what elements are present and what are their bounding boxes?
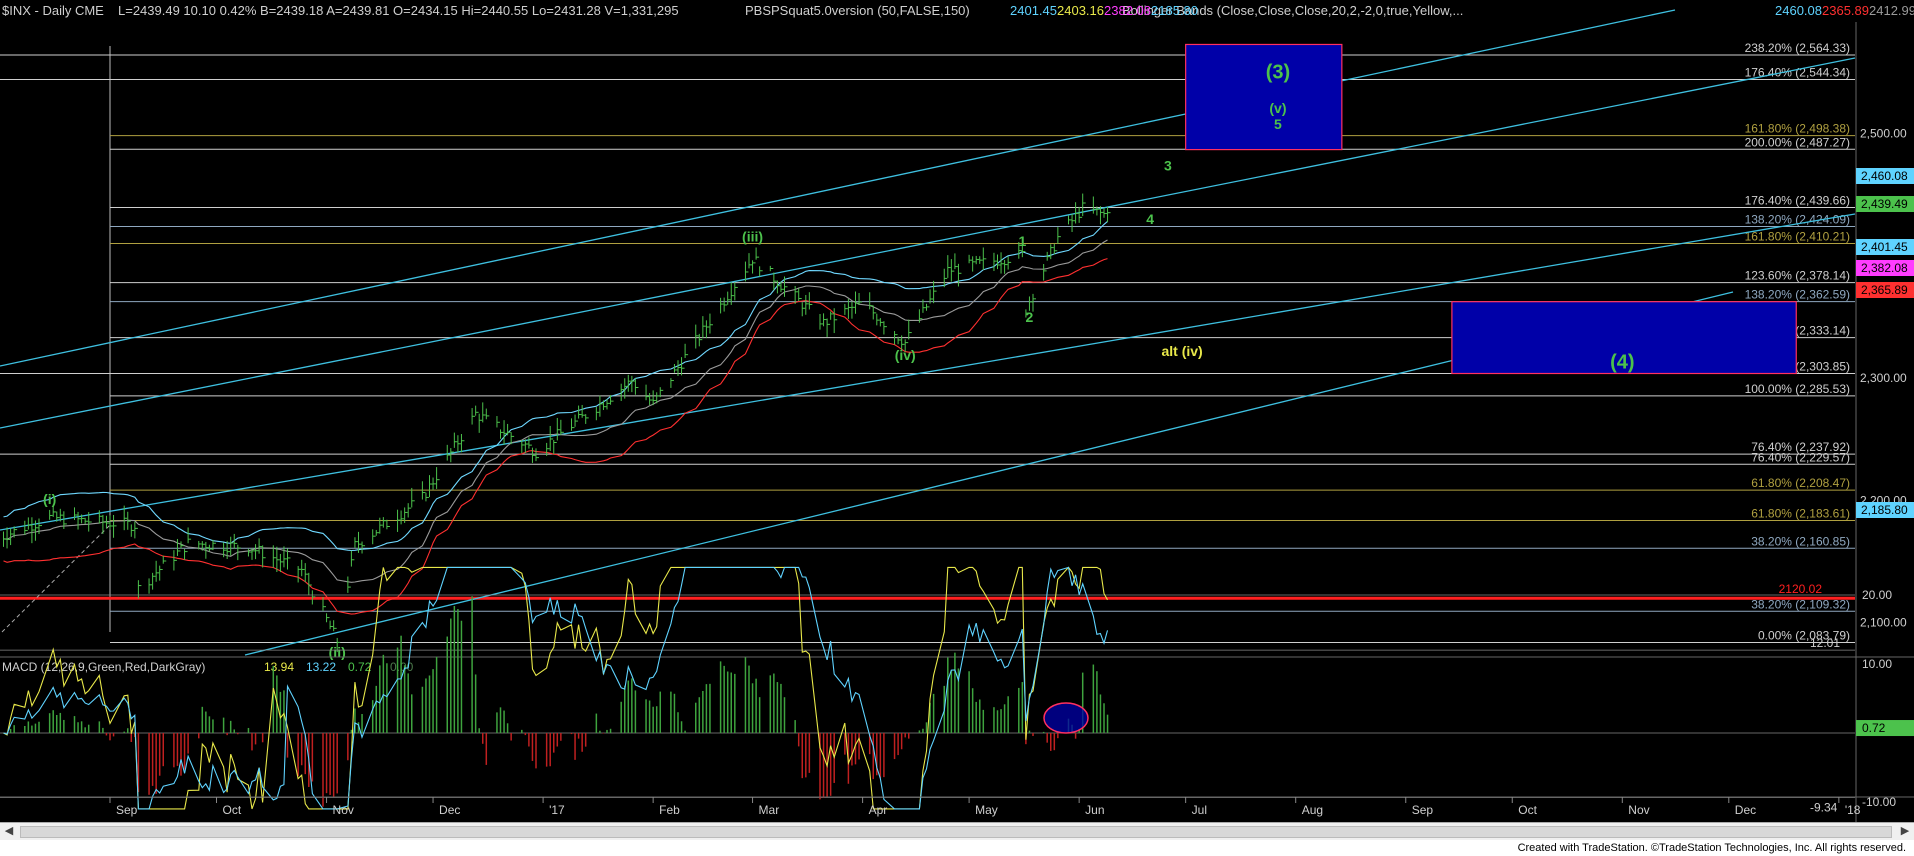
macd-title: MACD (12,26,9,Green,Red,DarkGray)	[2, 660, 205, 674]
wave-label: 1	[1018, 233, 1026, 249]
wave-label: (3)	[1266, 62, 1290, 84]
indicator-2-value: 2365.89	[1822, 3, 1869, 18]
symbol-title: $INX - Daily CME	[2, 3, 104, 18]
indicator-1-value: 2185.80	[1151, 3, 1198, 18]
macd-tick: 10.00	[1862, 657, 1892, 671]
macd-value: 13.22	[306, 660, 336, 674]
macd-level-label: 12.01	[1810, 636, 1840, 650]
wave-label: 2	[1026, 309, 1034, 325]
date-tick-label: Nov	[1628, 803, 1649, 817]
date-tick-label: Nov	[333, 803, 354, 817]
macd-level-label: -9.34	[1810, 800, 1838, 814]
fib-level-label: 100.00% (2,285.53)	[1745, 382, 1850, 396]
fib-level-label: 176.40% (2,439.66)	[1745, 193, 1850, 207]
fib-level-label: 38.20% (2,160.85)	[1751, 534, 1850, 548]
scroll-right-icon[interactable]: ▶	[1898, 824, 1912, 838]
wave-label: 5	[1274, 116, 1282, 132]
date-tick-label: Jul	[1192, 803, 1207, 817]
indicator-1-value: 2403.16	[1057, 3, 1104, 18]
wave-label: (iii)	[742, 228, 763, 244]
credit-text: Created with TradeStation. ©TradeStation…	[1517, 842, 1906, 854]
wave-label: alt (iv)	[1161, 343, 1202, 359]
date-tick-label: Apr	[869, 803, 888, 817]
date-tick-label: Sep	[1412, 803, 1434, 817]
macd-highlight-ellipse	[1043, 702, 1089, 734]
price-tag: 2,185.80	[1861, 503, 1908, 517]
fib-level-label: 200.00% (2,487.27)	[1745, 135, 1850, 149]
price-tag: 2,401.45	[1861, 240, 1908, 254]
indicator-1-value: 2401.45	[1010, 3, 1057, 18]
date-tick-label: Feb	[659, 803, 680, 817]
wave-3-target-box	[1185, 43, 1343, 151]
date-tick-label: '18	[1845, 803, 1861, 817]
date-tick-label: Aug	[1302, 803, 1323, 817]
indicator-1-name: PBSPSquat5.0version (50,FALSE,150)	[745, 3, 970, 18]
date-tick-label: Oct	[223, 803, 242, 817]
axis-bg	[1856, 22, 1914, 652]
scroll-thumb[interactable]	[20, 826, 1892, 838]
date-tick-label: Oct	[1518, 803, 1537, 817]
indicator-1-value: 2382.08	[1104, 3, 1151, 18]
wave-label: 3	[1164, 157, 1172, 173]
wave-label: (i)	[43, 491, 56, 507]
y-tick-label: 2,500.00	[1860, 127, 1907, 141]
date-tick-label: Sep	[116, 803, 138, 817]
date-tick-label: Jun	[1085, 803, 1104, 817]
wave-label: (v)	[1269, 100, 1286, 116]
fib-level-label: 161.80% (2,410.21)	[1745, 229, 1850, 243]
fib-level-label: 61.80% (2,208.47)	[1751, 476, 1850, 490]
macd-value: 0.72	[348, 660, 372, 674]
date-tick-label: Mar	[759, 803, 780, 817]
fib-level-label: 138.20% (2,362.59)	[1745, 288, 1850, 302]
y-tick-label: 2,300.00	[1860, 371, 1907, 385]
quote-stats: L=2439.49 10.10 0.42% B=2439.18 A=2439.8…	[118, 3, 679, 18]
wave-label: 4	[1146, 211, 1154, 227]
price-tag: 2,382.08	[1861, 261, 1908, 275]
horizontal-scrollbar[interactable]: ◀ ▶	[0, 822, 1914, 841]
wave-label: (4)	[1610, 351, 1634, 373]
macd-value: 13.94	[264, 660, 294, 674]
fib-level-label: 123.60% (2,378.14)	[1745, 269, 1850, 283]
macd-tick: 20.00	[1862, 588, 1892, 602]
price-chart[interactable]: 238.20% (2,564.33)176.40% (2,544.34)161.…	[0, 0, 1914, 822]
price-tag: 2,460.08	[1861, 169, 1908, 183]
wave-label: (ii)	[329, 644, 346, 660]
fib-level-label: 61.80% (2,183.61)	[1751, 506, 1850, 520]
fib-level-label: 238.20% (2,564.33)	[1745, 41, 1850, 55]
date-tick-label: Dec	[1735, 803, 1756, 817]
date-tick-label: May	[975, 803, 998, 817]
macd-tag: 0.72	[1862, 721, 1886, 735]
support-label: 2120.02	[1779, 582, 1823, 596]
fib-level-label: 161.80% (2,498.38)	[1745, 122, 1850, 136]
indicator-2-value: 2412.99	[1869, 3, 1914, 18]
date-tick-label: Dec	[439, 803, 460, 817]
price-tag: 2,439.49	[1861, 197, 1908, 211]
y-tick-label: 2,100.00	[1860, 616, 1907, 630]
wave-label: (iv)	[895, 347, 916, 363]
scroll-left-icon[interactable]: ◀	[2, 824, 16, 838]
date-tick-label: '17	[549, 803, 565, 817]
indicator-2-value: 2460.08	[1775, 3, 1822, 18]
fib-level-label: 76.40% (2,229.57)	[1751, 450, 1850, 464]
price-tag: 2,365.89	[1861, 283, 1908, 297]
